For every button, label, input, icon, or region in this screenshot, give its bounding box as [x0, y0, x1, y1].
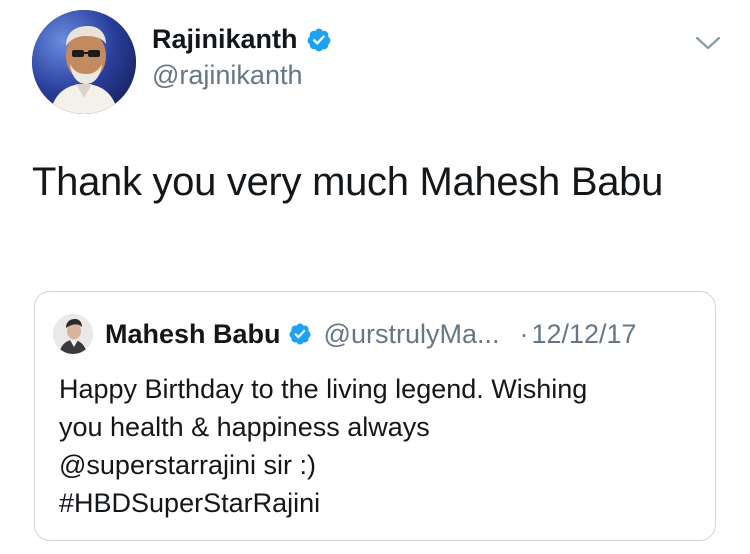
quoted-tweet-text: Happy Birthday to the living legend. Wis…: [59, 370, 699, 522]
author-handle[interactable]: @rajinikanth: [152, 60, 302, 91]
verified-badge-icon: [307, 28, 330, 51]
author-name[interactable]: Rajinikanth: [152, 24, 332, 55]
quoted-tweet-card[interactable]: Mahesh Babu @urstrulyMa... · 12/12/17 Ha…: [34, 291, 716, 541]
quoted-author-handle: @urstrulyMa...: [323, 318, 500, 349]
tweet-text: Thank you very much Mahesh Babu: [32, 160, 664, 204]
chevron-down-icon[interactable]: [694, 32, 722, 54]
author-name-text: Rajinikanth: [152, 24, 298, 54]
quoted-separator: ·: [519, 318, 529, 349]
quoted-author-avatar: [53, 314, 93, 354]
quoted-tweet-date: 12/12/17: [531, 318, 637, 349]
quoted-mention-line: @superstarrajini sir :): [59, 450, 316, 480]
author-avatar-image: [32, 10, 136, 114]
quoted-hashtag-line: #HBDSuperStarRajini: [59, 488, 321, 518]
quoted-tweet-header: Mahesh Babu @urstrulyMa... · 12/12/17: [53, 314, 637, 354]
quoted-text-line: you health & happiness always: [59, 412, 430, 442]
quoted-verified-badge-icon: [289, 323, 311, 345]
quoted-text-line: Happy Birthday to the living legend. Wis…: [59, 374, 588, 404]
quoted-author-avatar-image: [53, 314, 93, 354]
quoted-author-name: Mahesh Babu: [105, 318, 281, 349]
author-avatar[interactable]: [32, 10, 136, 114]
